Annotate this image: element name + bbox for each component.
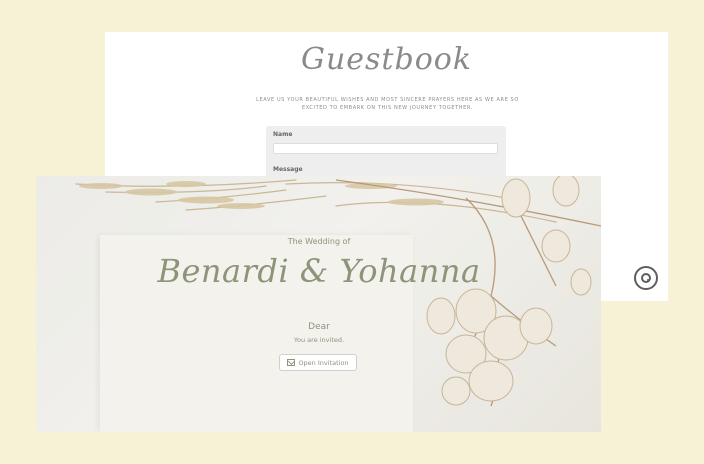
invitation-cover: The Wedding of Benardi & Yohanna Dear Yo… <box>36 176 601 432</box>
music-toggle-button[interactable] <box>634 266 658 290</box>
message-label: Message <box>273 166 303 173</box>
guest-greeting: Dear <box>308 322 330 332</box>
invited-text: You are invited. <box>293 336 345 344</box>
guestbook-title: Guestbook <box>301 42 472 77</box>
open-invitation-button[interactable]: Open Invitation <box>279 354 357 371</box>
open-invitation-label: Open Invitation <box>298 358 349 367</box>
guestbook-subtitle: LEAVE US YOUR BEAUTIFUL WISHES AND MOST … <box>256 97 519 111</box>
disc-icon <box>641 273 651 283</box>
couple-names: Benardi & Yohanna <box>157 252 481 290</box>
envelope-open-icon <box>287 359 296 366</box>
wedding-of-label: The Wedding of <box>287 237 351 246</box>
name-label: Name <box>273 131 293 138</box>
name-input[interactable] <box>273 143 498 154</box>
